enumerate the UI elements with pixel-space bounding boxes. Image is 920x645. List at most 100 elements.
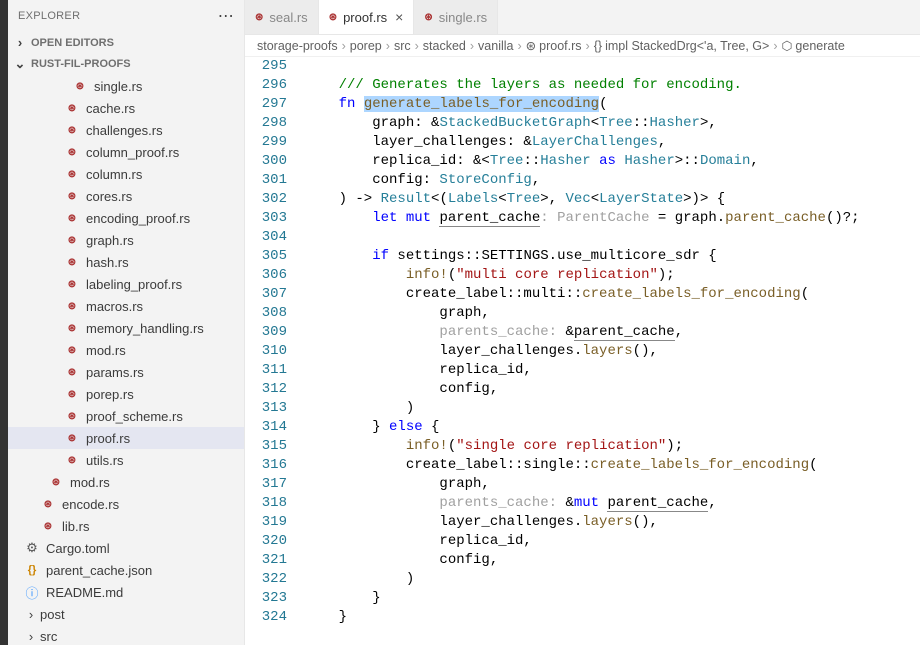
tree-item[interactable]: ⊛utils.rs (8, 449, 244, 471)
breadcrumb-separator: › (586, 39, 590, 53)
tree-item-label: post (40, 607, 65, 622)
line-number: 315 (245, 437, 287, 456)
tree-item[interactable]: ⊛mod.rs (8, 339, 244, 361)
sidebar-more-icon[interactable]: ⋯ (218, 6, 234, 26)
close-icon[interactable]: × (395, 9, 403, 25)
tree-item[interactable]: ⊛proof.rs (8, 427, 244, 449)
tree-item[interactable]: ⊛mod.rs (8, 471, 244, 493)
tree-item[interactable]: ›post (8, 603, 244, 625)
tree-item[interactable]: ⊛params.rs (8, 361, 244, 383)
breadcrumb-item[interactable]: vanilla (478, 39, 513, 53)
tree-item-label: encoding_proof.rs (86, 211, 190, 226)
line-number: 299 (245, 133, 287, 152)
breadcrumb-icon: ⬡ (782, 39, 793, 53)
rust-icon: ⊛ (44, 499, 52, 510)
tree-item[interactable]: ⊛single.rs (8, 75, 244, 97)
code-line[interactable]: layer_challenges.layers(), (305, 513, 920, 532)
breadcrumb-item[interactable]: src (394, 39, 411, 53)
tree-item[interactable]: ⊛cache.rs (8, 97, 244, 119)
line-number: 323 (245, 589, 287, 608)
editor-tab[interactable]: ⊛proof.rs× (319, 0, 415, 34)
breadcrumb-item[interactable]: {}impl StackedDrg<'a, Tree, G> (594, 39, 770, 53)
tree-item[interactable]: ⊛hash.rs (8, 251, 244, 273)
code-line[interactable]: } (305, 589, 920, 608)
tree-item[interactable]: ⊛proof_scheme.rs (8, 405, 244, 427)
code-line[interactable]: ) (305, 399, 920, 418)
code-line[interactable]: parents_cache: &parent_cache, (305, 323, 920, 342)
code-line[interactable]: create_label::multi::create_labels_for_e… (305, 285, 920, 304)
code-line[interactable]: replica_id: &<Tree::Hasher as Hasher>::D… (305, 152, 920, 171)
code-line[interactable] (305, 228, 920, 247)
code-line[interactable]: create_label::single::create_labels_for_… (305, 456, 920, 475)
tree-item[interactable]: ⊛macros.rs (8, 295, 244, 317)
tree-item[interactable]: ⊛porep.rs (8, 383, 244, 405)
rust-icon: ⊛ (68, 257, 76, 268)
code-editor[interactable]: 2952962972982993003013023033043053063073… (245, 57, 920, 645)
line-number: 319 (245, 513, 287, 532)
code-line[interactable]: config, (305, 380, 920, 399)
code-line[interactable]: parents_cache: &mut parent_cache, (305, 494, 920, 513)
code-line[interactable]: graph, (305, 304, 920, 323)
tree-item[interactable]: ⊛cores.rs (8, 185, 244, 207)
tab-label: single.rs (439, 10, 487, 25)
code-line[interactable]: } (305, 608, 920, 627)
code-line[interactable] (305, 57, 920, 76)
line-number: 324 (245, 608, 287, 627)
sidebar-sections: ›OPEN EDITORS⌄RUST-FIL-PROOFS (8, 32, 244, 75)
code-line[interactable]: config: StoreConfig, (305, 171, 920, 190)
code-line[interactable]: ) (305, 570, 920, 589)
code-line[interactable]: ) -> Result<(Labels<Tree>, Vec<LayerStat… (305, 190, 920, 209)
tree-item[interactable]: {}parent_cache.json (8, 559, 244, 581)
code-line[interactable]: config, (305, 551, 920, 570)
code-line[interactable]: graph: &StackedBucketGraph<Tree::Hasher>… (305, 114, 920, 133)
editor-tab[interactable]: ⊛single.rs (414, 0, 498, 34)
tree-item[interactable]: ⊛graph.rs (8, 229, 244, 251)
code-line[interactable]: /// Generates the layers as needed for e… (305, 76, 920, 95)
tree-item[interactable]: ⊛encode.rs (8, 493, 244, 515)
breadcrumbs[interactable]: storage-proofs›porep›src›stacked›vanilla… (245, 35, 920, 57)
tree-item[interactable]: ⊛memory_handling.rs (8, 317, 244, 339)
activity-bar[interactable] (0, 0, 8, 645)
breadcrumb-item[interactable]: ⬡generate (782, 38, 845, 53)
rust-icon: ⊛ (68, 191, 76, 202)
tree-item[interactable]: ⊛column.rs (8, 163, 244, 185)
code-line[interactable]: layer_challenges.layers(), (305, 342, 920, 361)
editor-tab[interactable]: ⊛seal.rs (245, 0, 319, 34)
tree-item[interactable]: ⓘREADME.md (8, 581, 244, 603)
code-line[interactable]: info!("single core replication"); (305, 437, 920, 456)
tree-item-label: src (40, 629, 57, 644)
tree-item[interactable]: ⊛challenges.rs (8, 119, 244, 141)
tree-item[interactable]: ⚙Cargo.toml (8, 537, 244, 559)
tree-item[interactable]: ⊛encoding_proof.rs (8, 207, 244, 229)
rust-icon: ⊛ (68, 389, 76, 400)
tree-item[interactable]: ⊛column_proof.rs (8, 141, 244, 163)
code-line[interactable]: } else { (305, 418, 920, 437)
breadcrumb-item[interactable]: ⊛proof.rs (526, 38, 582, 53)
tree-item[interactable]: ⊛lib.rs (8, 515, 244, 537)
line-number: 302 (245, 190, 287, 209)
file-tree[interactable]: ⊛single.rs⊛cache.rs⊛challenges.rs⊛column… (8, 75, 244, 645)
code-line[interactable]: info!("multi core replication"); (305, 266, 920, 285)
section-header[interactable]: ⌄RUST-FIL-PROOFS (8, 53, 244, 75)
breadcrumb-icon: ⊛ (526, 39, 536, 53)
tree-item-label: utils.rs (86, 453, 124, 468)
line-number: 295 (245, 57, 287, 76)
code-line[interactable]: fn generate_labels_for_encoding( (305, 95, 920, 114)
section-label: RUST-FIL-PROOFS (31, 58, 131, 70)
app-root: EXPLORER ⋯ ›OPEN EDITORS⌄RUST-FIL-PROOFS… (0, 0, 920, 645)
tree-item[interactable]: ›src (8, 625, 244, 645)
tree-item[interactable]: ⊛labeling_proof.rs (8, 273, 244, 295)
code-line[interactable]: graph, (305, 475, 920, 494)
tree-item-label: mod.rs (86, 343, 126, 358)
breadcrumb-item[interactable]: storage-proofs (257, 39, 338, 53)
code-line[interactable]: let mut parent_cache: ParentCache = grap… (305, 209, 920, 228)
code-line[interactable]: layer_challenges: &LayerChallenges, (305, 133, 920, 152)
line-number: 306 (245, 266, 287, 285)
code-line[interactable]: if settings::SETTINGS.use_multicore_sdr … (305, 247, 920, 266)
breadcrumb-item[interactable]: porep (350, 39, 382, 53)
code-content[interactable]: /// Generates the layers as needed for e… (305, 57, 920, 645)
code-line[interactable]: replica_id, (305, 361, 920, 380)
section-header[interactable]: ›OPEN EDITORS (8, 32, 244, 53)
code-line[interactable]: replica_id, (305, 532, 920, 551)
breadcrumb-item[interactable]: stacked (423, 39, 466, 53)
